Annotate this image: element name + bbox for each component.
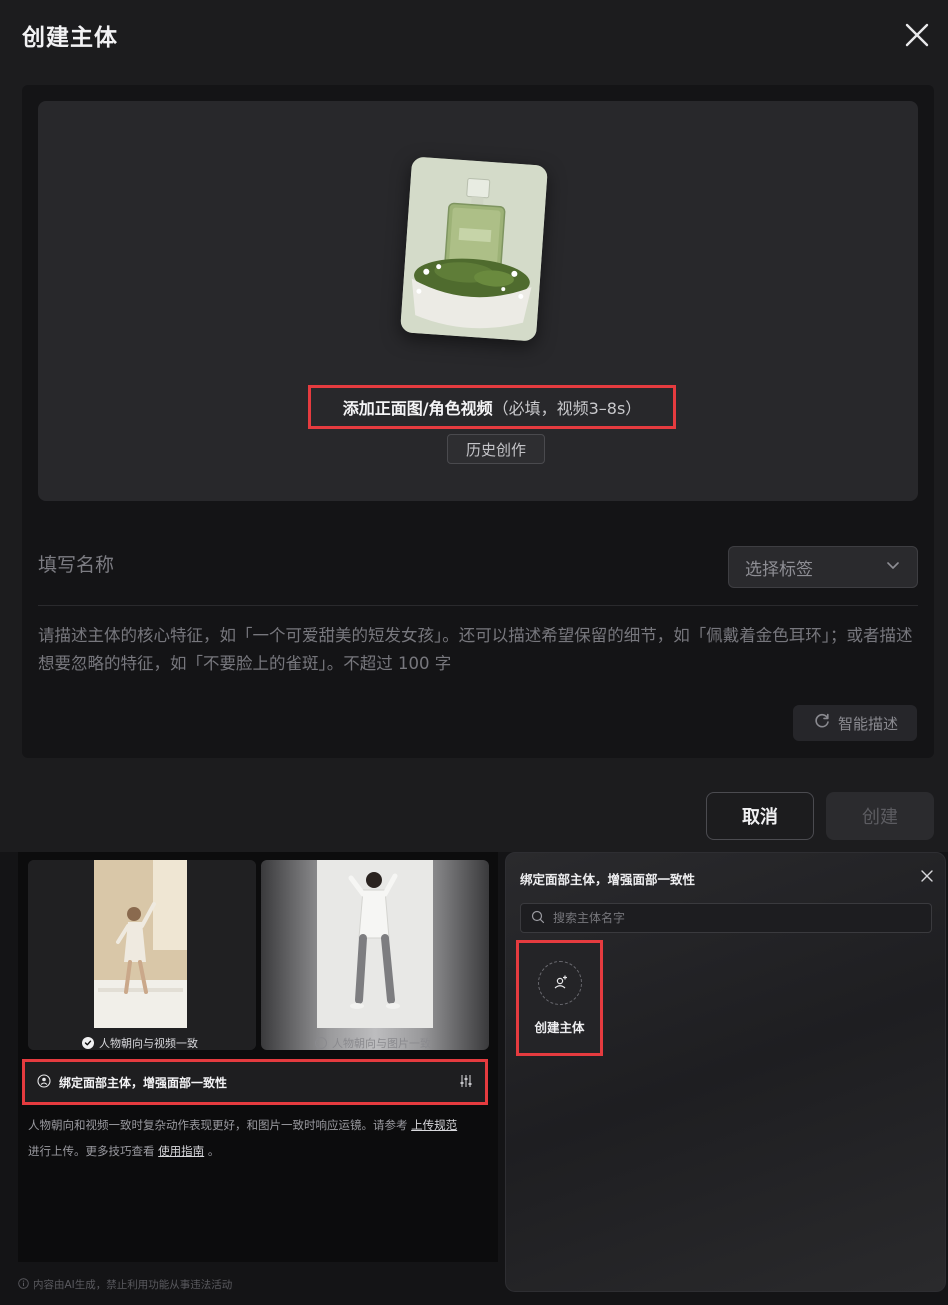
bind-face-subject-row[interactable]: 绑定面部主体，增强面部一致性 [22,1059,488,1105]
subject-search-box[interactable] [520,903,932,933]
create-subject-label: 创建主体 [534,1019,585,1035]
description-textarea[interactable]: 请描述主体的核心特征，如「一个可爱甜美的短发女孩」。还可以描述希望保留的细节，如… [38,622,922,678]
check-circle-icon [82,1037,94,1049]
option-card-video[interactable] [28,860,256,1050]
upload-hint-text: 人物朝向和视频一致时复杂动作表现更好，和图片一致时响应运镜。请参考 上传规范 进… [28,1112,490,1164]
options-panel: 人物朝向与视频一致 人物朝向与图片一致 绑定面部主体，增强面部一致性 人物朝向和… [18,852,498,1262]
bind-face-label: 绑定面部主体，增强面部一致性 [59,1075,228,1090]
usage-guide-link[interactable]: 使用指南 [158,1144,204,1158]
option-video-caption[interactable]: 人物朝向与视频一致 [82,1033,198,1053]
close-icon[interactable] [900,18,934,52]
add-subject-icon [537,960,582,1005]
hint-text-1: 人物朝向和视频一致时复杂动作表现更好，和图片一致时响应运镜。请参考 [28,1118,408,1132]
add-front-image-label[interactable]: 添加正面图/角色视频 （必填，视频3–8s） [308,385,676,429]
hint-text-3: 。 [207,1144,220,1158]
tag-select-label: 选择标签 [745,559,813,580]
option-card-image[interactable] [261,860,489,1050]
subject-picker-section: 绑定面部主体，增强面部一致性 创建主体 [505,852,948,1305]
option-image-label: 人物朝向与图片一致 [332,1037,431,1050]
cancel-button[interactable]: 取消 [706,792,814,840]
name-input[interactable]: 填写名称 [38,550,114,577]
smart-describe-button[interactable]: 智能描述 [793,705,917,741]
upload-spec-link[interactable]: 上传规范 [411,1118,457,1132]
upload-area[interactable]: 添加正面图/角色视频 （必填，视频3–8s） 历史创作 [38,101,918,501]
create-button[interactable]: 创建 [826,792,934,840]
sliders-icon[interactable] [459,1073,473,1092]
face-bind-icon [37,1073,51,1092]
option-video-label: 人物朝向与视频一致 [99,1037,198,1050]
dialog-title: 创建主体 [22,25,118,51]
info-icon [18,1277,29,1292]
history-creation-button[interactable]: 历史创作 [447,434,545,464]
example-thumbnail-image [400,156,548,342]
subject-search-input[interactable] [553,911,921,925]
subject-panel-title: 绑定面部主体，增强面部一致性 [520,872,696,887]
ai-disclaimer: 内容由AI生成，禁止利用功能从事违法活动 [18,1277,232,1292]
ai-disclaimer-text: 内容由AI生成，禁止利用功能从事违法活动 [33,1279,233,1291]
create-subject-card[interactable]: 创建主体 [516,940,603,1056]
chevron-down-icon [885,557,901,577]
subject-picker-panel: 绑定面部主体，增强面部一致性 创建主体 [505,852,946,1292]
smart-describe-label: 智能描述 [837,714,898,733]
divider [38,605,918,606]
close-icon[interactable] [919,868,935,884]
option-image-caption[interactable]: 人物朝向与图片一致 [315,1033,431,1053]
add-label-main: 添加正面图/角色视频 [342,399,493,418]
radio-icon [315,1037,327,1049]
tag-select[interactable]: 选择标签 [728,546,918,588]
create-subject-dialog: 创建主体 添加正面图/角色视频 （必填，视频3–8s） 历史创作 填写名称 选择… [0,0,948,852]
orientation-options-section: 人物朝向与视频一致 人物朝向与图片一致 绑定面部主体，增强面部一致性 人物朝向和… [0,852,505,1305]
search-icon [531,909,545,928]
refresh-icon [812,711,832,735]
dialog-body: 添加正面图/角色视频 （必填，视频3–8s） 历史创作 填写名称 选择标签 请描… [22,85,934,758]
add-label-sub: （必填，视频3–8s） [492,399,642,418]
hint-text-2: 进行上传。更多技巧查看 [28,1144,155,1158]
